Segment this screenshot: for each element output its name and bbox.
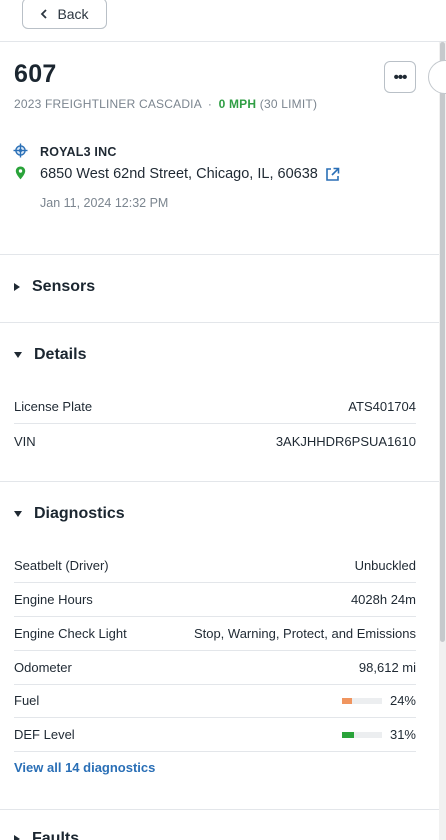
caret-down-icon [14,511,22,517]
more-horizontal-icon: ••• [393,68,408,86]
detail-row-license-plate: License Plate ATS401704 [14,390,416,424]
side-panel-toggle[interactable] [428,60,446,94]
section-sensors-toggle[interactable]: Sensors [14,278,95,296]
section-details-toggle[interactable]: Details [14,346,86,364]
caret-right-icon [14,283,20,291]
back-button[interactable]: Back [22,0,107,29]
divider [0,322,439,323]
section-faults-title: Faults [32,830,80,840]
vehicle-subtitle: 2023 FREIGHTLINER CASCADIA · 0 MPH (30 L… [14,97,317,111]
diagnostic-row-fuel: Fuel 24% [14,684,416,718]
def-level-fill [341,731,355,738]
vehicle-model: 2023 FREIGHTLINER CASCADIA [14,97,202,111]
def-level-percent: 31% [389,727,416,742]
fuel-level-fill [341,697,352,704]
diagnostic-row-engine-hours: Engine Hours 4028h 24m [14,583,416,617]
chevron-left-icon [41,8,48,19]
section-diagnostics-title: Diagnostics [34,505,125,522]
section-sensors-title: Sensors [32,278,96,295]
vehicle-detail-panel: Back 607 2023 FREIGHTLINER CASCADIA · 0 … [0,0,446,840]
row-label: Fuel [14,693,40,708]
row-label: License Plate [14,399,93,414]
row-value: 98,612 mi [358,660,416,675]
caret-right-icon [14,835,20,840]
company-name: ROYAL3 INC [40,145,117,159]
more-options-button[interactable]: ••• [384,61,416,93]
map-pin-icon [15,166,26,180]
row-value: 31% [341,727,416,742]
address-link[interactable]: 6850 West 62nd Street, Chicago, IL, 6063… [40,166,340,182]
scrollbar[interactable] [439,42,446,840]
row-label: VIN [14,433,36,449]
section-faults-toggle[interactable]: Faults [14,830,79,840]
def-level-bar [341,731,382,738]
row-label: Seatbelt (Driver) [14,558,109,573]
top-bar: Back [0,0,446,42]
row-value: 4028h 24m [350,592,416,607]
divider [0,481,439,482]
row-label: DEF Level [14,727,75,742]
row-label: Engine Check Light [14,626,127,641]
diagnostic-row-def-level: DEF Level 31% [14,718,416,752]
diagnostic-row-seatbelt: Seatbelt (Driver) Unbuckled [14,549,416,583]
vehicle-name: 607 [14,60,57,88]
diagnostic-row-check-light: Engine Check Light Stop, Warning, Protec… [14,617,416,651]
divider [0,809,439,810]
crosshair-icon [13,143,28,158]
caret-down-icon [14,352,22,358]
fuel-level-bar [341,697,382,704]
row-value: Unbuckled [354,558,416,573]
detail-row-vin: VIN 3AKJHHDR6PSUA1610 [14,424,416,458]
section-details-title: Details [34,346,87,363]
back-button-label: Back [57,5,89,22]
address-text: 6850 West 62nd Street, Chicago, IL, 6063… [40,166,318,182]
location-timestamp: Jan 11, 2024 12:32 PM [40,196,169,210]
diagnostic-row-odometer: Odometer 98,612 mi [14,651,416,685]
scrollbar-thumb[interactable] [440,42,445,642]
divider [0,254,439,255]
speed-limit: (30 LIMIT) [259,97,318,111]
row-value: Stop, Warning, Protect, and Emissions [193,626,416,641]
row-value: 3AKJHHDR6PSUA1610 [275,433,416,449]
row-value: ATS401704 [348,399,416,414]
view-all-diagnostics-link[interactable]: View all 14 diagnostics [14,760,155,775]
fuel-level-percent: 24% [389,693,416,708]
section-diagnostics-toggle[interactable]: Diagnostics [14,505,125,523]
row-label: Odometer [14,660,72,675]
row-value: 24% [341,693,416,708]
vehicle-speed: 0 MPH [218,97,257,111]
external-link-icon[interactable] [325,167,340,182]
separator-dot: · [207,97,213,111]
row-label: Engine Hours [14,592,93,607]
